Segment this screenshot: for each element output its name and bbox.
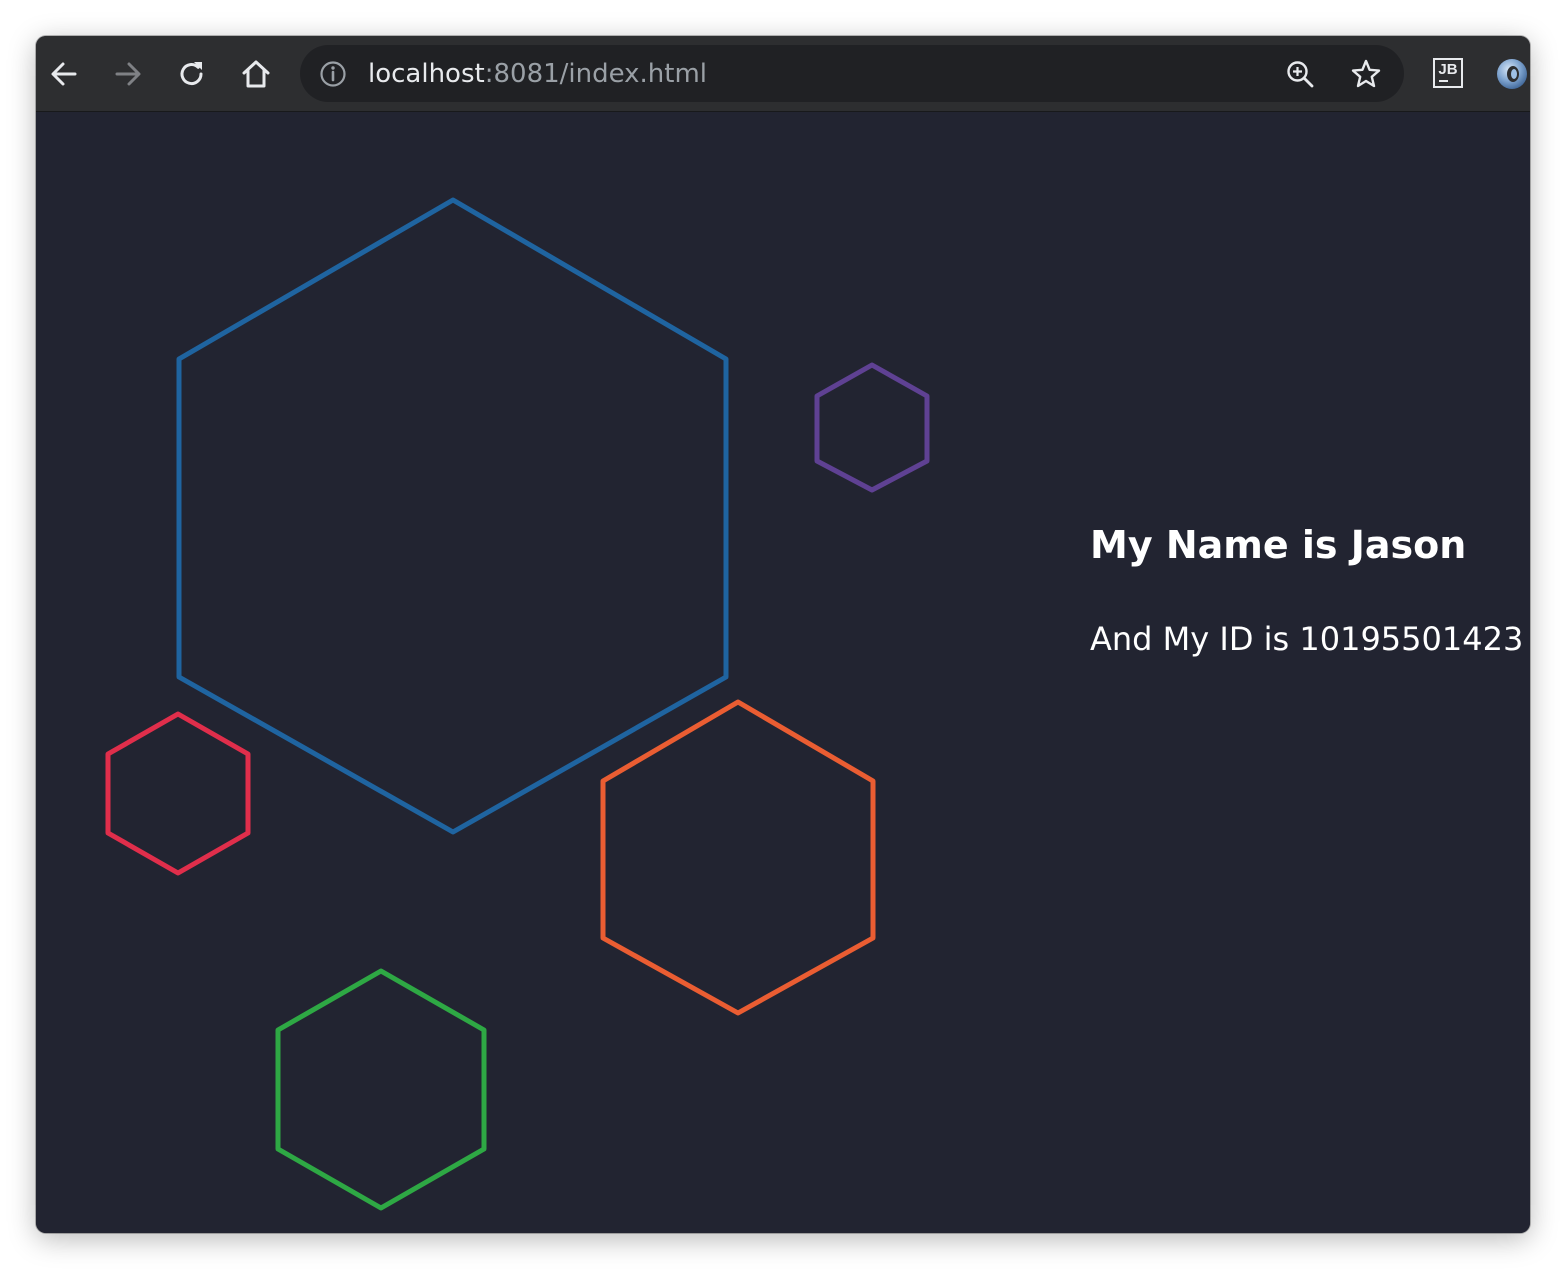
jetbrains-extension-icon[interactable]: JB [1433,58,1463,88]
reload-icon [180,62,203,86]
green-hexagon [275,968,487,1211]
arrow-right-icon [115,62,141,86]
home-icon [242,60,270,88]
address-bar[interactable]: localhost:8081/index.html [300,45,1404,102]
back-button[interactable] [44,54,84,94]
ring-extension-icon[interactable] [1496,58,1528,90]
browser-toolbar: localhost:8081/index.html JB [36,36,1530,112]
zoom-in-icon[interactable] [1285,59,1315,89]
red-hexagon [105,711,251,876]
orange-hexagon [600,699,876,1016]
hexagon-canvas [105,197,930,1211]
jetbrains-extension-label: JB [1438,61,1458,78]
star-icon[interactable] [1350,58,1382,90]
reload-button[interactable] [172,54,212,94]
name-heading: My Name is Jason [1090,523,1467,567]
home-button[interactable] [236,54,276,94]
id-text: And My ID is 10195501423 [1090,620,1524,658]
jetbrains-underline [1439,80,1448,82]
url-host: localhost [368,59,485,89]
browser-window: localhost:8081/index.html JB My Name is … [36,36,1530,1233]
purple-hexagon [814,362,930,493]
blue-hexagon [176,197,729,835]
url-path: :8081/index.html [484,59,708,89]
url-text[interactable]: localhost:8081/index.html [368,58,707,90]
info-icon[interactable] [318,59,348,89]
page-content: My Name is Jason And My ID is 1019550142… [36,112,1530,1233]
forward-button[interactable] [108,54,148,94]
arrow-left-icon [51,62,77,86]
